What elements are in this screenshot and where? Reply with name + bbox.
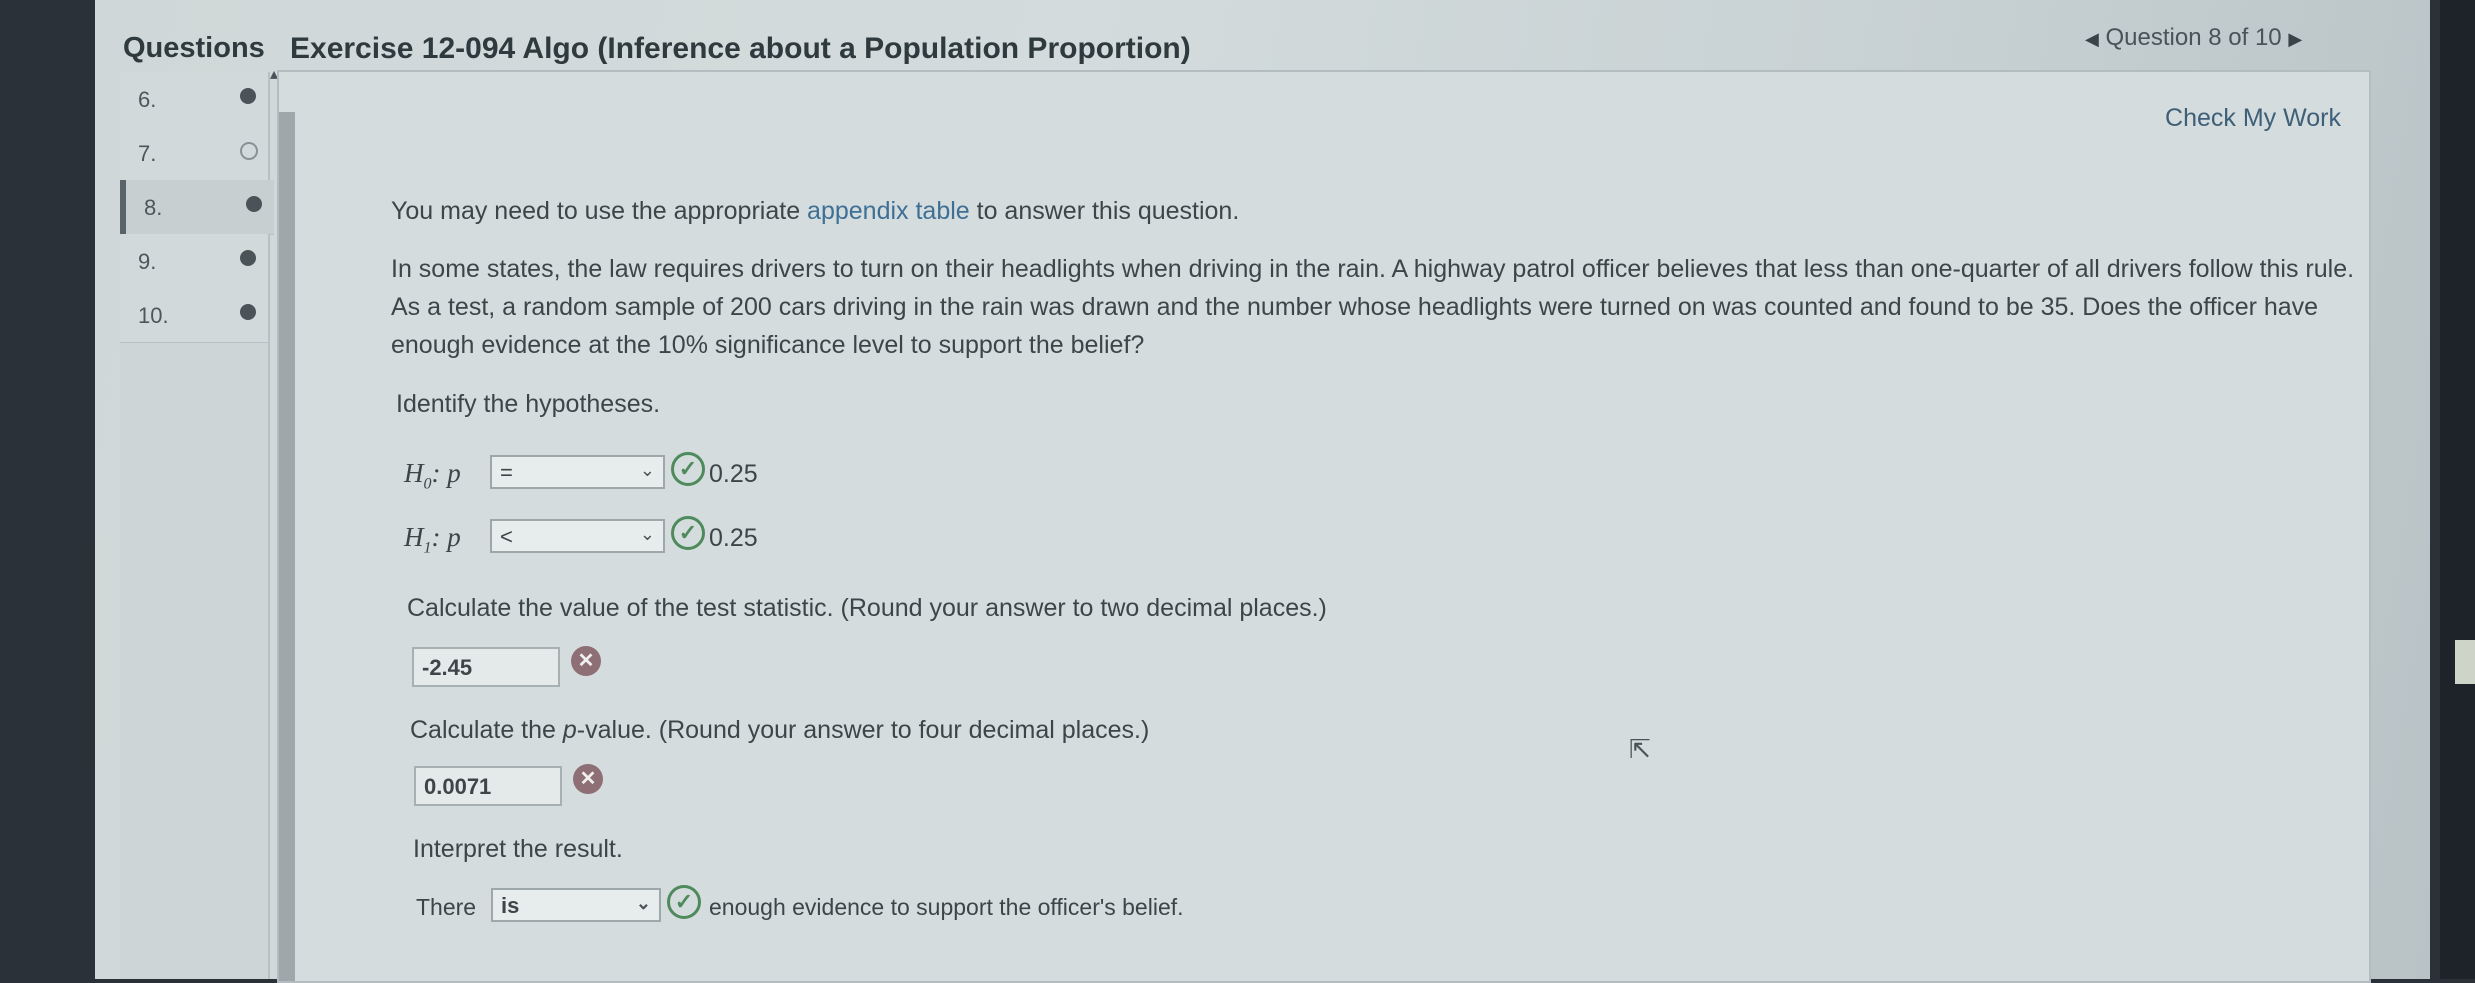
sidebar-item-10[interactable]: 10. bbox=[120, 288, 268, 343]
complete-status-icon bbox=[240, 304, 256, 320]
pvalue-prompt: Calculate the p-value. (Round your answe… bbox=[410, 716, 1150, 744]
h1-label: H1: p bbox=[404, 522, 461, 557]
panel-scrollbar[interactable] bbox=[279, 112, 295, 981]
exercise-title: Exercise 12-094 Algo (Inference about a … bbox=[290, 32, 1191, 65]
h0-relation-select[interactable]: = ⌄ bbox=[490, 455, 665, 489]
h1-selected-value: < bbox=[500, 524, 513, 549]
note-prefix: You may need to use the appropriate bbox=[391, 197, 808, 225]
sidebar-item-9[interactable]: 9. bbox=[120, 234, 268, 289]
there-label: There bbox=[416, 894, 477, 920]
right-screen-edge bbox=[2440, 0, 2475, 979]
window-edge-handle bbox=[2455, 640, 2475, 684]
incorrect-x-icon: ✕ bbox=[573, 764, 603, 794]
correct-check-icon: ✓ bbox=[671, 452, 705, 486]
appendix-table-link[interactable]: appendix table bbox=[807, 197, 970, 225]
identify-prompt: Identify the hypotheses. bbox=[396, 390, 661, 418]
question-nav[interactable]: ◀ Question 8 of 10 ▶ bbox=[2085, 24, 2302, 52]
browser-screen: Questions Exercise 12-094 Algo (Inferenc… bbox=[95, 0, 2430, 983]
conclusion-selected-value: is bbox=[501, 893, 520, 918]
h0-label: H0: p bbox=[404, 458, 461, 493]
incorrect-x-icon: ✕ bbox=[571, 646, 601, 676]
interpret-prompt: Interpret the result. bbox=[413, 835, 623, 863]
sidebar-item-7[interactable]: 7. bbox=[120, 126, 268, 181]
chevron-down-icon: ⌄ bbox=[639, 524, 655, 544]
sidebar-item-number: 7. bbox=[138, 141, 157, 166]
mouse-cursor-icon: ⇱ bbox=[1629, 734, 1651, 764]
sidebar-item-number: 6. bbox=[138, 87, 157, 112]
conclusion-select[interactable]: is ⌄ bbox=[491, 888, 661, 922]
correct-check-icon: ✓ bbox=[667, 885, 701, 919]
conclusion-text: enough evidence to support the officer's… bbox=[709, 894, 1184, 920]
chevron-down-icon: ⌄ bbox=[639, 460, 655, 480]
h0-value: 0.25 bbox=[709, 460, 758, 488]
complete-status-icon bbox=[240, 88, 256, 104]
sidebar-item-number: 9. bbox=[138, 249, 157, 274]
h1-relation-select[interactable]: < ⌄ bbox=[490, 519, 665, 553]
chevron-down-icon: ⌄ bbox=[635, 893, 651, 913]
questions-sidebar: ▴ 6. 7. 8. 9. 10. bbox=[120, 66, 278, 979]
appendix-note: You may need to use the appropriate appe… bbox=[391, 197, 1239, 226]
next-arrow-icon[interactable]: ▶ bbox=[2288, 29, 2302, 49]
note-suffix: to answer this question. bbox=[969, 197, 1240, 225]
header-bar: Questions Exercise 12-094 Algo (Inferenc… bbox=[95, 0, 2430, 72]
prev-arrow-icon[interactable]: ◀ bbox=[2085, 29, 2099, 49]
complete-status-icon bbox=[240, 250, 256, 266]
problem-statement: In some states, the law requires drivers… bbox=[391, 255, 2355, 359]
h0-selected-value: = bbox=[500, 460, 513, 485]
sidebar-item-number: 8. bbox=[144, 195, 163, 220]
empty-status-icon bbox=[240, 142, 258, 160]
question-panel: Check My Work You may need to use the ap… bbox=[277, 70, 2371, 983]
test-stat-prompt: Calculate the value of the test statisti… bbox=[407, 594, 1327, 622]
correct-check-icon: ✓ bbox=[671, 516, 705, 550]
h1-value: 0.25 bbox=[709, 524, 758, 552]
question-nav-label: Question 8 of 10 bbox=[2105, 24, 2282, 51]
questions-heading: Questions bbox=[123, 32, 265, 64]
pvalue-input[interactable]: 0.0071 bbox=[414, 766, 562, 806]
sidebar-item-number: 10. bbox=[138, 303, 169, 328]
complete-status-icon bbox=[246, 196, 262, 212]
check-my-work-link[interactable]: Check My Work bbox=[2165, 104, 2341, 133]
sidebar-item-8[interactable]: 8. bbox=[120, 180, 274, 235]
test-stat-input[interactable]: -2.45 bbox=[412, 647, 560, 687]
sidebar-item-6[interactable]: 6. bbox=[120, 72, 268, 127]
